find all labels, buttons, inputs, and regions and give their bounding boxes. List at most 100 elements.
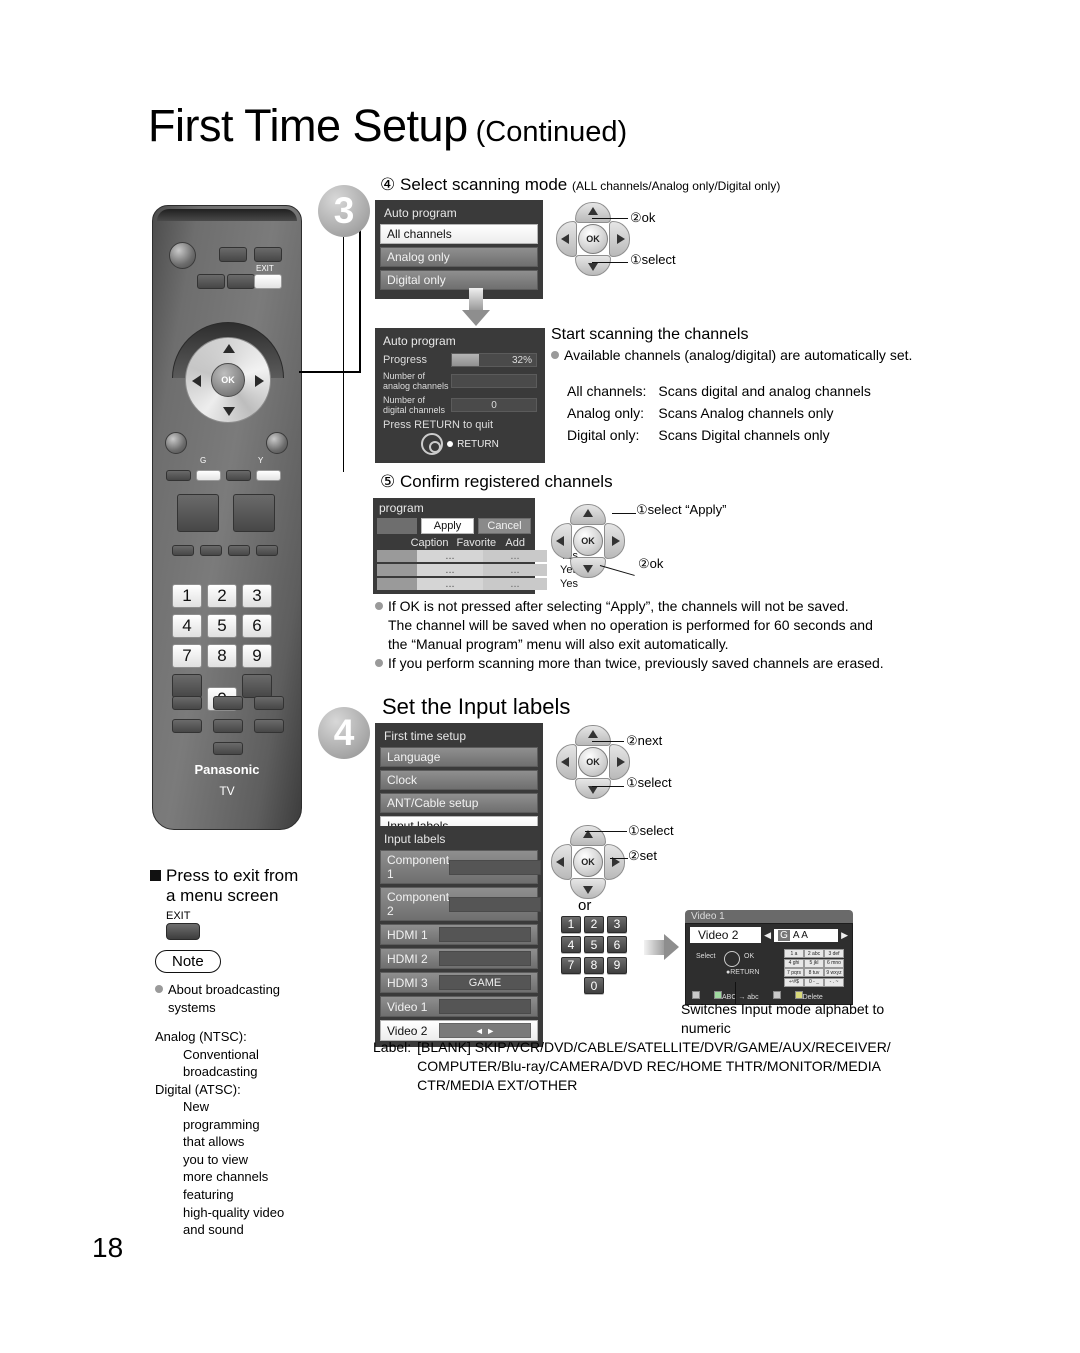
input-label-value: ◄ ► [439, 1023, 531, 1038]
right-arrow-icon [617, 234, 625, 244]
osk-key-4[interactable]: 4 ghi [784, 958, 804, 968]
callout-line-ok-step3 [592, 218, 628, 219]
fts-item-ant-cable-setup[interactable]: ANT/Cable setup [380, 793, 538, 813]
fts-item-language[interactable]: Language [380, 747, 538, 767]
table-row: Digital only: Scans Digital channels onl… [567, 425, 881, 445]
callout-select-step3: ①select [630, 252, 676, 267]
callout-line-select-fts [592, 786, 624, 787]
note-line-4: If you perform scanning more than twice,… [375, 654, 975, 673]
remote-brand-sub: TV [219, 784, 235, 798]
keypad-key-6[interactable]: 6 [607, 936, 627, 953]
osk-key-punct[interactable]: - . ~ [824, 977, 844, 987]
scan-mode-name-digital: Digital only: [567, 427, 640, 444]
row-caption: ... [417, 564, 483, 576]
input-label-component-2[interactable]: Component 2 [380, 887, 542, 921]
keypad-key-9[interactable]: 9 [607, 956, 627, 974]
keypad-key-4[interactable]: 4 [561, 936, 581, 953]
step3-item5-number: ⑤ [380, 472, 396, 491]
video-nav-hint: Select OK ●RETURN [692, 949, 784, 987]
cursor-pad-ok[interactable]: OK [573, 526, 603, 556]
header-blank [377, 537, 406, 549]
cursor-pad-ok[interactable]: OK [573, 847, 603, 877]
note-line-2: The channel will be saved when no operat… [388, 616, 873, 633]
cursor-pad-step3-scan: OK [556, 202, 630, 276]
return-hint: RETURN [383, 433, 537, 455]
keypad-key-3[interactable]: 3 [607, 915, 627, 933]
scanning-explanation: Start scanning the channels Available ch… [551, 326, 912, 448]
remote-key-7: 7 [172, 644, 202, 668]
callout-line-select-il [585, 831, 627, 832]
keypad-key-7[interactable]: 7 [561, 956, 581, 974]
menu-item-all-channels[interactable]: All channels [380, 224, 538, 244]
label-options-block: Label: [BLANK] SKIP/VCR/DVD/CABLE/SATELL… [373, 1038, 891, 1095]
menu-item-digital-only[interactable]: Digital only [380, 270, 538, 290]
osk-key-1[interactable]: 1 a [784, 949, 804, 958]
cursor-pad-ok[interactable]: OK [578, 747, 608, 777]
input-label-hdmi-1[interactable]: HDMI 1 [380, 924, 538, 945]
step3-item4-note: (ALL channels/Analog only/Digital only) [572, 179, 781, 193]
keypad-key-5[interactable]: 5 [584, 936, 604, 953]
input-label-component-1[interactable]: Component 1 [380, 850, 542, 884]
remote-key-1: 1 [172, 584, 202, 608]
scan-mode-name-analog: Analog only: [567, 405, 645, 422]
remote-small-row-1 [172, 545, 194, 556]
osk-key-3[interactable]: 3 def [824, 949, 844, 958]
input-label-hdmi-2[interactable]: HDMI 2 [380, 948, 538, 969]
step3-item4-number: ④ [380, 175, 396, 194]
osk-key-2[interactable]: 2 abc [804, 949, 824, 958]
keypad-key-2[interactable]: 2 [584, 915, 604, 933]
video-edit-field[interactable]: G A A [774, 928, 839, 942]
remote-lower-7 [213, 742, 243, 755]
video-detail-body: Select OK ●RETURN 1 a2 abc 3 def 4 ghi 5 j… [686, 946, 852, 989]
flow-arrow-right [644, 934, 679, 960]
left-arrow-icon [192, 375, 201, 387]
analog-count-label: Number of analog channels [383, 371, 449, 391]
callout-set-il: ②set [628, 848, 657, 863]
video-name-value[interactable]: Video 2 [690, 927, 762, 943]
label-line-1: [BLANK] SKIP/VCR/DVD/CABLE/SATELLITE/DVR… [417, 1039, 891, 1055]
remote-lower-4 [172, 719, 202, 733]
down-arrow-icon [223, 407, 235, 416]
keypad-key-0[interactable]: 0 [584, 977, 604, 994]
header-caption: Caption [410, 537, 449, 549]
fts-item-clock[interactable]: Clock [380, 770, 538, 790]
input-label-hdmi-3[interactable]: HDMI 3 GAME [380, 972, 538, 993]
left-arrow-icon[interactable]: ◀ [764, 930, 771, 941]
cursor-pad-ok[interactable]: OK [578, 224, 608, 254]
table-row: All channels: Scans digital and analog c… [567, 381, 881, 401]
digital-heading: Digital (ATSC): [155, 1081, 241, 1097]
osk-key-8[interactable]: 8 tuv [804, 968, 824, 977]
leader-line-remote-vertical [359, 228, 361, 373]
or-label: or [578, 897, 592, 914]
remote-yellow-label: Y [258, 456, 264, 465]
keypad-key-8[interactable]: 8 [584, 956, 604, 974]
osk-key-5[interactable]: 5 jkl [804, 958, 824, 968]
menu-item-analog-only[interactable]: Analog only [380, 247, 538, 267]
first-time-setup-menu: First time setup Language Clock ANT/Cabl… [375, 723, 543, 842]
remote-button-3 [197, 274, 225, 289]
input-label-video-1[interactable]: Video 1 [380, 996, 538, 1017]
osk-key-0[interactable]: 0 - _ [804, 977, 824, 987]
osk-key-symbol[interactable]: ↵#$ [784, 977, 804, 987]
right-arrow-icon[interactable]: ▶ [841, 930, 848, 941]
keypad-key-1[interactable]: 1 [561, 915, 581, 933]
cancel-button[interactable]: Cancel [478, 518, 531, 534]
note-bullet: About broadcasting [155, 981, 355, 999]
diagram-numeric-keypad: 123 456 789 0 [561, 915, 639, 997]
osk-key-7[interactable]: 7 pqrs [784, 968, 804, 977]
progress-bar: 32% [451, 353, 537, 367]
digital-body-5: more channels [183, 1169, 269, 1185]
table-row[interactable]: ... ... Yes [377, 578, 591, 590]
label-line-2: COMPUTER/Blu-ray/CAMERA/DVD REC/HOME THT… [417, 1057, 882, 1074]
analog-count-box [451, 374, 537, 388]
osk-key-6[interactable]: 6 mno [824, 958, 844, 968]
callout-select-il: ①select [628, 823, 674, 838]
down-arrow-icon [588, 263, 598, 271]
digital-body-7: high-quality video [183, 1204, 285, 1220]
arrow-head [462, 310, 490, 326]
apply-button[interactable]: Apply [421, 518, 474, 534]
osk-key-9[interactable]: 9 wxyz [824, 968, 844, 977]
step3-item4-title: Select scanning mode [399, 175, 568, 194]
select-label: Select [696, 953, 716, 960]
blue-square-icon [772, 991, 781, 999]
